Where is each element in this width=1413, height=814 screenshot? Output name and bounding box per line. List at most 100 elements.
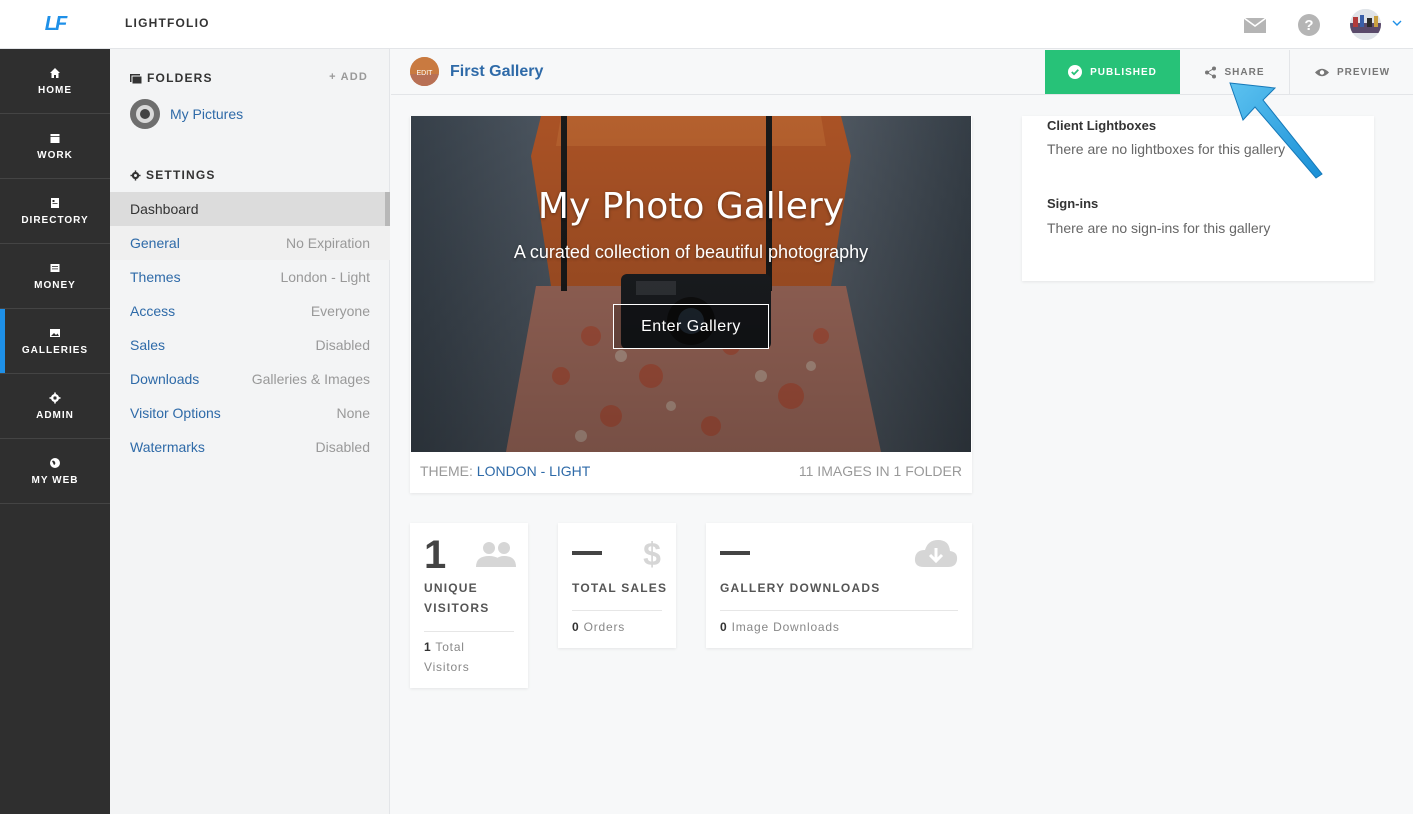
- visitors-label-line1: UNIQUE: [424, 581, 478, 595]
- theme-prefix: THEME:: [420, 463, 473, 479]
- image-downloads-number: 0: [720, 620, 728, 634]
- nav-label: MY WEB: [31, 474, 79, 486]
- downloads-label: GALLERY DOWNLOADS: [720, 581, 881, 595]
- settings-row-value: No Expiration: [285, 235, 370, 251]
- settings-row-name: Visitor Options: [130, 405, 221, 421]
- settings-panel: FOLDERS + ADD My Pictures SETTINGS Dashb…: [110, 49, 390, 814]
- chevron-down-icon[interactable]: [1391, 17, 1403, 29]
- settings-row-themes[interactable]: Themes London - Light: [110, 260, 390, 294]
- gallery-cover: My Photo Gallery A curated collection of…: [411, 116, 971, 452]
- published-label: PUBLISHED: [1090, 66, 1157, 78]
- image-downloads-count: 0 Image Downloads: [720, 617, 840, 637]
- eye-icon: [1314, 68, 1329, 76]
- settings-row-value: None: [336, 405, 370, 421]
- top-bar: LF LIGHTFOLIO ?: [0, 0, 1413, 49]
- folders-heading: FOLDERS: [130, 71, 213, 85]
- preview-label: PREVIEW: [1336, 66, 1391, 78]
- image-count: 11 IMAGES IN 1 FOLDER: [798, 463, 962, 479]
- total-visitors: 1 Total Visitors: [424, 637, 470, 677]
- brand-name: LIGHTFOLIO: [125, 16, 210, 30]
- folder-name: My Pictures: [170, 106, 244, 122]
- settings-heading: SETTINGS: [130, 168, 216, 182]
- settings-row-watermarks[interactable]: Watermarks Disabled: [110, 430, 390, 464]
- nav-label: MONEY: [34, 279, 76, 291]
- nav-item-galleries[interactable]: GALLERIES: [0, 309, 110, 374]
- gallery-title[interactable]: First Gallery: [450, 63, 543, 81]
- people-icon: [476, 542, 516, 567]
- cloud-download-icon: [914, 540, 958, 567]
- add-folder-button[interactable]: + ADD: [329, 71, 368, 83]
- total-visitors-count: 1: [424, 640, 432, 654]
- settings-row-value: Everyone: [310, 303, 370, 319]
- total-visitors-word: Total: [435, 640, 465, 654]
- callout-arrow-icon: [1229, 82, 1323, 179]
- share-label: SHARE: [1224, 66, 1265, 78]
- nav-label: WORK: [37, 149, 73, 161]
- divider: [424, 631, 514, 632]
- svg-text:$: $: [643, 537, 661, 571]
- gallery-meta: THEME: LONDON - LIGHT 11 IMAGES IN 1 FOL…: [420, 463, 962, 479]
- gallery-thumbnail[interactable]: EDIT: [410, 57, 439, 86]
- settings-row-access[interactable]: Access Everyone: [110, 294, 390, 328]
- nav-label: HOME: [38, 84, 72, 96]
- settings-row-downloads[interactable]: Downloads Galleries & Images: [110, 362, 390, 396]
- image-downloads-label: Image Downloads: [731, 620, 840, 634]
- nav-item-money[interactable]: MONEY: [0, 244, 110, 309]
- folder-thumbnail: [130, 99, 160, 129]
- check-circle-icon: [1068, 65, 1083, 79]
- calendar-icon: [50, 133, 60, 143]
- enter-gallery-button[interactable]: Enter Gallery: [613, 304, 769, 349]
- divider: [720, 610, 958, 611]
- settings-row-name: Downloads: [130, 371, 200, 387]
- settings-row-name: Access: [130, 303, 176, 319]
- sales-label: TOTAL SALES: [572, 581, 668, 595]
- nav-item-admin[interactable]: ADMIN: [0, 374, 110, 439]
- settings-list: Dashboard General No Expiration Themes Lon…: [110, 192, 390, 464]
- nav-item-my-web[interactable]: MY WEB: [0, 439, 110, 504]
- ledger-icon: [50, 263, 60, 272]
- user-avatar[interactable]: [1350, 9, 1381, 40]
- settings-row-sales[interactable]: Sales Disabled: [110, 328, 390, 362]
- sales-empty-value: [572, 551, 602, 555]
- folders-heading-text: FOLDERS: [147, 71, 213, 85]
- settings-row-value: Galleries & Images: [251, 371, 370, 387]
- nav-item-directory[interactable]: DIRECTORY: [0, 179, 110, 244]
- help-icon[interactable]: ?: [1297, 13, 1321, 37]
- address-book-icon: [51, 197, 59, 208]
- app-logo[interactable]: LF: [0, 0, 110, 49]
- lightboxes-heading: Client Lightboxes: [1047, 118, 1157, 133]
- visitors-stat-card: 1 UNIQUE VISITORS 1 Total Visitors: [410, 523, 528, 688]
- settings-row-name: Sales: [130, 337, 166, 353]
- published-button[interactable]: PUBLISHED: [1045, 50, 1180, 94]
- nav-label: ADMIN: [36, 409, 74, 421]
- total-visitors-label: Visitors: [424, 660, 470, 674]
- thumbnail-edit-label: EDIT: [417, 70, 434, 77]
- settings-row-value: Disabled: [315, 439, 370, 455]
- orders-count: 0 Orders: [572, 617, 625, 637]
- globe-icon: [50, 457, 60, 468]
- settings-heading-text: SETTINGS: [146, 168, 216, 182]
- settings-row-value: London - Light: [280, 269, 370, 285]
- image-icon: [50, 328, 60, 337]
- nav-label: GALLERIES: [21, 344, 89, 356]
- visitors-label: UNIQUE VISITORS: [424, 578, 489, 618]
- settings-row-visitor-options[interactable]: Visitor Options None: [110, 396, 390, 430]
- settings-row-general[interactable]: General No Expiration: [110, 226, 390, 260]
- share-icon: [1205, 66, 1217, 78]
- orders-label: Orders: [583, 620, 626, 634]
- cover-subtitle: A curated collection of beautiful photog…: [513, 242, 869, 262]
- home-icon: [50, 67, 60, 78]
- mail-icon[interactable]: [1243, 13, 1267, 37]
- settings-row-value: Disabled: [315, 337, 370, 353]
- signins-empty-text: There are no sign-ins for this gallery: [1047, 220, 1271, 236]
- signins-heading: Sign-ins: [1047, 196, 1099, 211]
- settings-row-dashboard[interactable]: Dashboard: [110, 192, 390, 226]
- theme-link[interactable]: LONDON - LIGHT: [477, 463, 591, 479]
- downloads-empty-value: [720, 551, 750, 555]
- cover-title: My Photo Gallery: [537, 186, 845, 227]
- nav-item-work[interactable]: WORK: [0, 114, 110, 179]
- theme-info: THEME: LONDON - LIGHT: [420, 463, 590, 479]
- folder-item[interactable]: My Pictures: [130, 99, 243, 129]
- nav-item-home[interactable]: HOME: [0, 49, 110, 114]
- nav-label: DIRECTORY: [21, 214, 89, 226]
